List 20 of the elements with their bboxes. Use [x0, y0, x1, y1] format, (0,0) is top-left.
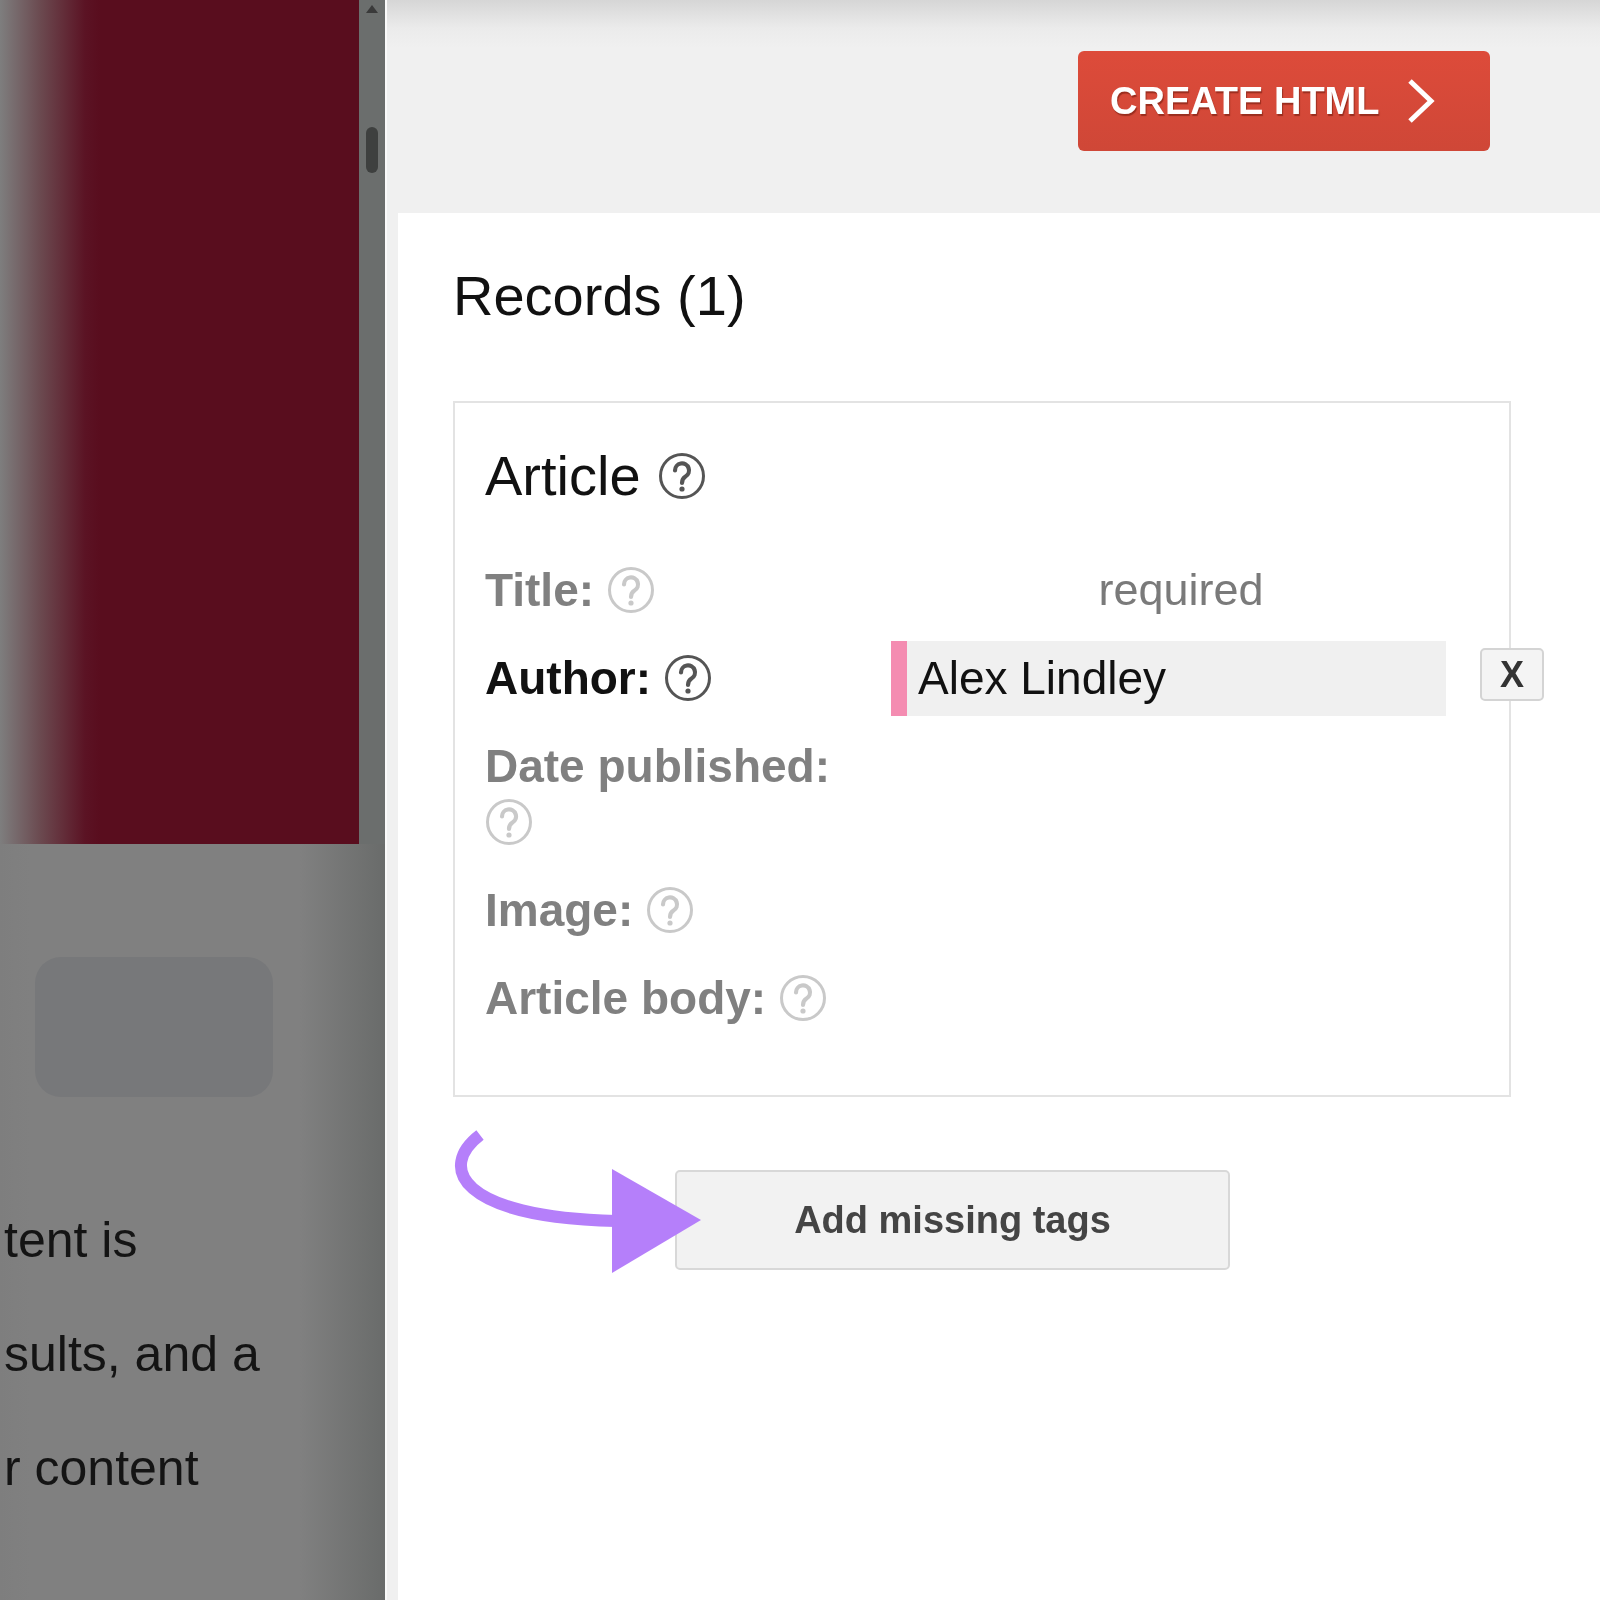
field-label: Date published: — [485, 740, 831, 792]
remove-button[interactable]: X — [1480, 648, 1544, 701]
page-text-line: r content — [3, 1439, 199, 1498]
field-label: Author: — [485, 652, 652, 704]
field-label: Image: — [485, 884, 634, 936]
page-text-line: sults, and a — [3, 1325, 260, 1384]
field-label: Title: — [485, 564, 595, 616]
scrollbar-thumb[interactable] — [366, 127, 378, 173]
help-icon[interactable] — [657, 452, 706, 500]
create-html-button[interactable]: CREATE HTML — [1078, 51, 1490, 151]
add-missing-tags-button[interactable]: Add missing tags — [675, 1170, 1230, 1270]
chevron-right-icon — [1406, 78, 1435, 124]
records-heading: Records (1) — [453, 264, 746, 328]
required-note: required — [1097, 563, 1265, 617]
text-field[interactable]: Alex Lindley — [891, 640, 1446, 716]
help-icon[interactable] — [663, 653, 712, 702]
page-text-line: tent is — [3, 1211, 138, 1270]
scroll-up-icon[interactable] — [366, 5, 378, 13]
record-type-heading: Article — [485, 444, 641, 508]
field-label: Article body: — [485, 972, 767, 1024]
